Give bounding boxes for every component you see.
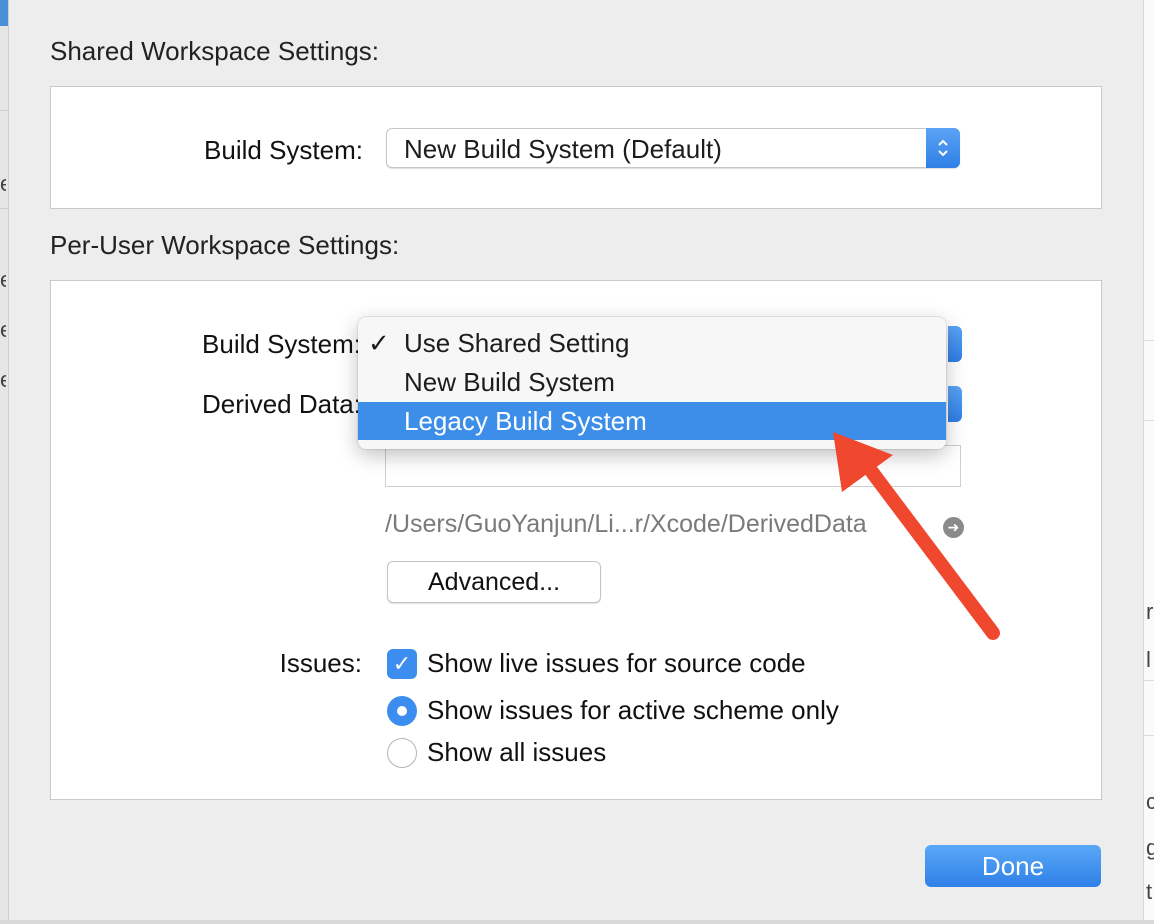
menu-item-label: Use Shared Setting bbox=[404, 328, 630, 358]
all-issues-radio-row[interactable]: Show all issues bbox=[387, 737, 606, 768]
bg-divider bbox=[1144, 340, 1154, 341]
bg-divider bbox=[1144, 735, 1154, 736]
shared-build-system-value: New Build System (Default) bbox=[404, 134, 722, 164]
menu-item-label: Legacy Build System bbox=[404, 406, 647, 436]
menu-item-use-shared-setting[interactable]: ✓ Use Shared Setting bbox=[358, 324, 946, 362]
menu-item-new-build-system[interactable]: New Build System bbox=[358, 363, 946, 401]
live-issues-checkbox-row[interactable]: ✓ Show live issues for source code bbox=[387, 648, 806, 679]
updown-chevron-icon bbox=[926, 128, 960, 168]
background-window-bottom bbox=[0, 920, 1154, 924]
issues-label: Issues: bbox=[279, 648, 362, 678]
background-window-left: e e e e bbox=[0, 0, 9, 924]
all-issues-radio[interactable] bbox=[387, 737, 417, 768]
shared-settings-title: Shared Workspace Settings: bbox=[50, 36, 380, 66]
derived-data-label: Derived Data: bbox=[202, 389, 361, 419]
build-system-dropdown-menu: ✓ Use Shared Setting New Build System Le… bbox=[358, 317, 946, 449]
bg-text-fragment: e bbox=[0, 268, 6, 292]
per-user-build-system-popup[interactable] bbox=[948, 326, 962, 362]
active-scheme-radio[interactable] bbox=[387, 695, 417, 726]
bg-divider bbox=[0, 208, 8, 209]
per-user-settings-title: Per-User Workspace Settings: bbox=[50, 230, 400, 260]
bg-text-fragment: e bbox=[0, 368, 6, 392]
done-button[interactable]: Done bbox=[925, 845, 1101, 887]
advanced-button[interactable]: Advanced... bbox=[387, 561, 601, 603]
bg-text-fragment: l bbox=[1146, 648, 1151, 672]
active-scheme-label: Show issues for active scheme only bbox=[427, 695, 839, 725]
bg-text-fragment: e bbox=[0, 172, 6, 196]
active-scheme-radio-row[interactable]: Show issues for active scheme only bbox=[387, 695, 839, 726]
derived-data-custom-path-field[interactable] bbox=[385, 445, 961, 487]
derived-data-popup[interactable] bbox=[948, 386, 962, 422]
shared-build-system-label: Build System: bbox=[204, 135, 363, 165]
bg-divider bbox=[1144, 680, 1154, 681]
checkmark-icon: ✓ bbox=[368, 328, 390, 358]
menu-item-label: New Build System bbox=[404, 367, 615, 397]
derived-data-path: /Users/GuoYanjun/Li...r/Xcode/DerivedDat… bbox=[385, 510, 867, 538]
bg-divider bbox=[1144, 420, 1154, 421]
shared-build-system-popup[interactable]: New Build System (Default) bbox=[386, 128, 960, 168]
bg-text-fragment: e bbox=[0, 318, 6, 342]
per-user-build-system-label: Build System: bbox=[202, 329, 361, 359]
all-issues-label: Show all issues bbox=[427, 737, 607, 767]
shared-settings-box: Build System: New Build System (Default) bbox=[50, 86, 1102, 209]
bg-text-fragment: r bbox=[1146, 600, 1154, 624]
bg-divider bbox=[0, 110, 8, 111]
live-issues-label: Show live issues for source code bbox=[427, 648, 806, 678]
menu-item-legacy-build-system[interactable]: Legacy Build System bbox=[358, 402, 946, 440]
bg-text-fragment: g bbox=[1146, 836, 1154, 860]
bg-text-fragment: c bbox=[1146, 790, 1154, 814]
background-window-right: r l c g t bbox=[1143, 0, 1154, 924]
background-app-icon bbox=[0, 0, 8, 26]
checkmark-icon[interactable]: ✓ bbox=[387, 648, 417, 679]
bg-text-fragment: t bbox=[1146, 880, 1153, 904]
circle-arrow-right-icon[interactable]: ➜ bbox=[943, 517, 964, 538]
